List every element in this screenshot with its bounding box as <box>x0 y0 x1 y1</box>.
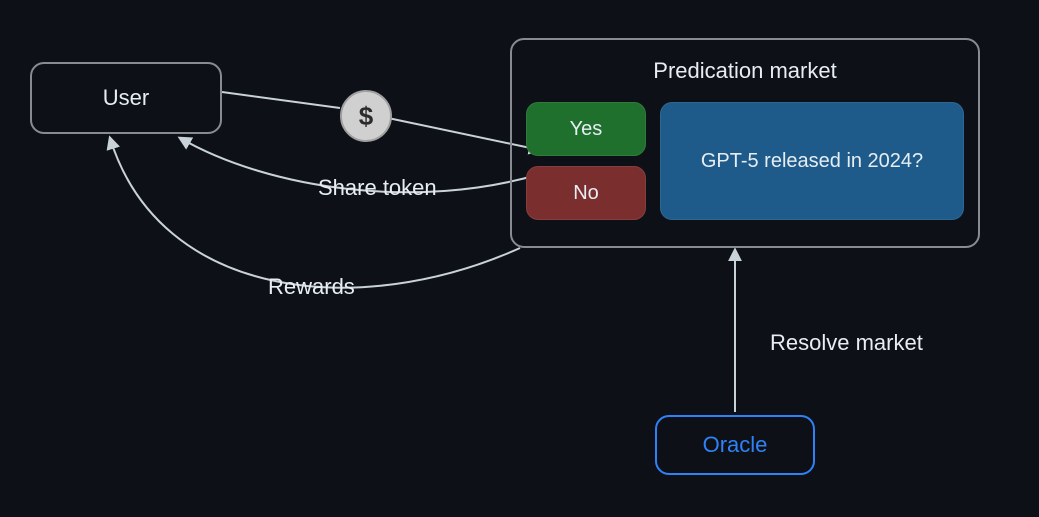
dollar-symbol: $ <box>359 101 373 132</box>
dollar-icon: $ <box>340 90 392 142</box>
diagram-canvas: User Predication market Yes No GPT-5 rel… <box>0 0 1039 517</box>
user-node: User <box>30 62 222 134</box>
yes-no-column: Yes No <box>526 102 646 220</box>
market-question-box: GPT-5 released in 2024? <box>660 102 964 220</box>
no-label: No <box>573 182 599 205</box>
rewards-label: Rewards <box>268 274 355 300</box>
market-question-text: GPT-5 released in 2024? <box>701 150 923 173</box>
oracle-node: Oracle <box>655 415 815 475</box>
share-token-label: Share token <box>318 175 437 201</box>
no-button[interactable]: No <box>526 166 646 220</box>
market-title: Predication market <box>526 58 964 84</box>
yes-button[interactable]: Yes <box>526 102 646 156</box>
market-body: Yes No GPT-5 released in 2024? <box>526 102 964 220</box>
user-label: User <box>103 85 149 111</box>
prediction-market-container: Predication market Yes No GPT-5 released… <box>510 38 980 248</box>
oracle-label: Oracle <box>703 432 768 458</box>
yes-label: Yes <box>570 118 603 141</box>
resolve-market-label: Resolve market <box>770 330 923 356</box>
